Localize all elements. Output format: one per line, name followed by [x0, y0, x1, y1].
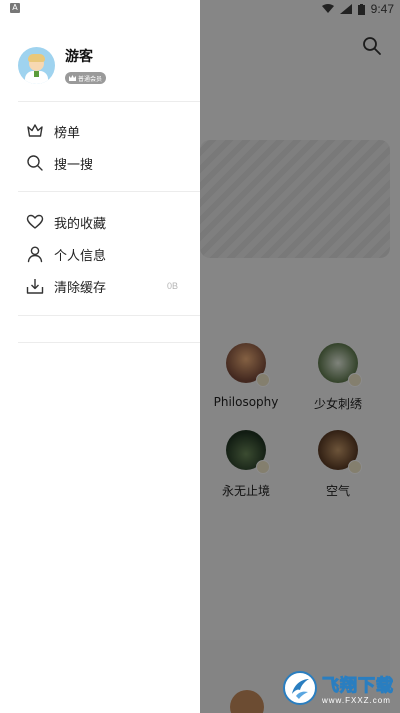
member-badge: 普通会员 — [65, 72, 107, 84]
menu-item-search[interactable]: 搜一搜 — [26, 152, 190, 174]
divider — [18, 342, 200, 343]
divider — [18, 315, 200, 316]
menu-item-clear-cache[interactable]: 清除缓存 0B — [26, 275, 190, 297]
divider — [18, 101, 200, 102]
cache-size: 0B — [166, 281, 178, 291]
signal-icon — [339, 4, 352, 14]
menu-item-favorites[interactable]: 我的收藏 — [26, 211, 190, 233]
clock: 9:47 — [370, 2, 394, 16]
menu-label: 搜一搜 — [54, 157, 94, 173]
user-name: 游客 — [65, 49, 93, 65]
heart-icon — [26, 214, 44, 229]
menu-item-ranking[interactable]: 榜单 — [26, 120, 190, 142]
menu-label: 个人信息 — [54, 248, 107, 264]
notification-icon: A — [10, 3, 20, 13]
wifi-icon — [321, 4, 334, 13]
user-profile[interactable]: 游客 普通会员 — [18, 46, 107, 85]
watermark-logo-icon — [283, 671, 317, 705]
battery-icon — [357, 3, 365, 15]
navigation-drawer: A 游客 普通会员 榜单 搜一搜 我的收藏 个人信息 清除缓存 0B — [0, 0, 200, 713]
menu-item-personal-info[interactable]: 个人信息 — [26, 243, 190, 265]
divider — [18, 191, 200, 192]
crown-icon — [27, 124, 43, 137]
watermark-subtitle: www.FXXZ.com — [322, 696, 391, 705]
menu-label: 我的收藏 — [54, 216, 107, 232]
user-icon — [27, 246, 43, 263]
member-badge-text: 普通会员 — [78, 75, 103, 83]
menu-label: 清除缓存 — [54, 280, 107, 296]
watermark: 飞翔下载 www.FXXZ.com — [282, 668, 394, 708]
avatar[interactable] — [18, 47, 55, 84]
search-icon — [27, 155, 43, 171]
menu-label: 榜单 — [54, 125, 81, 141]
watermark-title: 飞翔下载 — [322, 676, 394, 697]
download-icon — [26, 279, 44, 294]
crown-icon — [69, 75, 76, 81]
